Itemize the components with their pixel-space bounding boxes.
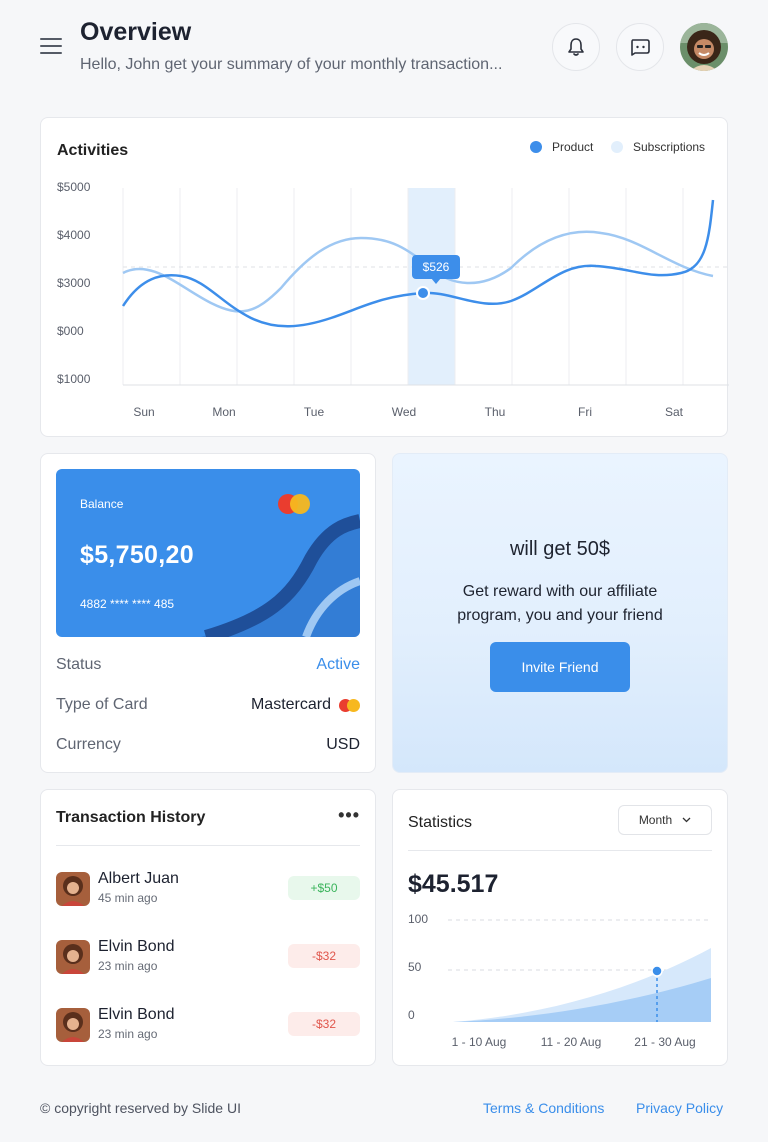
transaction-history-card: Transaction History ••• Albert Juan 45 m… bbox=[40, 789, 376, 1066]
x-tick: 21 - 30 Aug bbox=[634, 1035, 696, 1049]
card-type-value: Mastercard bbox=[250, 696, 331, 713]
notification-button[interactable] bbox=[552, 23, 600, 71]
x-tick: Tue bbox=[303, 405, 325, 419]
transaction-row[interactable]: Elvin Bond 23 min ago -$32 bbox=[56, 938, 360, 976]
x-tick: Sat bbox=[664, 405, 684, 419]
highlight-band bbox=[408, 188, 455, 385]
x-tick: Sun bbox=[133, 405, 155, 419]
promo-text: Get reward with our affiliate program, y… bbox=[457, 583, 663, 624]
credit-card[interactable]: Balance $5,750,20 4882 **** **** 485 bbox=[56, 469, 360, 637]
transaction-time: 23 min ago bbox=[98, 959, 158, 973]
page-title: Overview bbox=[80, 18, 192, 46]
selected-point bbox=[416, 286, 430, 300]
x-tick: Fri bbox=[578, 405, 592, 419]
mastercard-small-icon bbox=[339, 698, 360, 712]
stat-point bbox=[651, 965, 663, 977]
avatar[interactable] bbox=[680, 23, 728, 71]
amount-badge: +$50 bbox=[288, 876, 360, 900]
bell-icon bbox=[568, 38, 584, 56]
currency-row: Currency USD bbox=[56, 736, 360, 754]
activities-chart bbox=[121, 188, 729, 386]
card-type-label: Type of Card bbox=[56, 696, 148, 713]
amount-badge: -$32 bbox=[288, 944, 360, 968]
transaction-name: Albert Juan bbox=[98, 870, 179, 887]
status-row: Status Active bbox=[56, 656, 360, 674]
x-tick: 11 - 20 Aug bbox=[540, 1035, 602, 1049]
statistics-chart bbox=[448, 919, 711, 1022]
privacy-link[interactable]: Privacy Policy bbox=[636, 1100, 723, 1116]
transactions-title: Transaction History bbox=[56, 809, 206, 826]
user-avatar bbox=[56, 940, 90, 974]
currency-label: Currency bbox=[56, 736, 121, 753]
affiliate-promo-card: will get 50$ Get reward with our affilia… bbox=[392, 453, 728, 773]
x-tick: Mon bbox=[212, 405, 236, 419]
menu-icon[interactable] bbox=[40, 38, 62, 56]
balance-card: Balance $5,750,20 4882 **** **** 485 Sta… bbox=[40, 453, 376, 773]
card-type-value-wrap: Mastercard bbox=[251, 696, 360, 714]
user-avatar bbox=[56, 1008, 90, 1042]
x-tick: Wed bbox=[391, 405, 417, 419]
x-tick: 1 - 10 Aug bbox=[451, 1035, 507, 1049]
card-type-row: Type of Card Mastercard bbox=[56, 696, 360, 714]
activities-card: Activities Product Subscriptions $5000 $… bbox=[40, 117, 729, 437]
transaction-row[interactable]: Albert Juan 45 min ago +$50 bbox=[56, 870, 360, 908]
messages-button[interactable] bbox=[616, 23, 664, 71]
chat-icon bbox=[631, 39, 650, 56]
transaction-time: 45 min ago bbox=[98, 891, 158, 905]
terms-link[interactable]: Terms & Conditions bbox=[483, 1100, 604, 1116]
transaction-row[interactable]: Elvin Bond 23 min ago -$32 bbox=[56, 1006, 360, 1044]
more-options-icon[interactable]: ••• bbox=[338, 806, 360, 824]
promo-headline: will get 50$ bbox=[509, 538, 611, 560]
invite-friend-button[interactable]: Invite Friend bbox=[490, 642, 630, 692]
statistics-card: Statistics Month $45.517 100 50 0 1 - 10… bbox=[392, 789, 728, 1066]
status-label: Status bbox=[56, 656, 102, 673]
card-number: 4882 **** **** 485 bbox=[80, 597, 175, 611]
amount-badge: -$32 bbox=[288, 1012, 360, 1036]
divider bbox=[56, 845, 360, 846]
chart-tooltip: $526 bbox=[412, 255, 460, 279]
page-subtitle: Hello, John get your summary of your mon… bbox=[80, 56, 503, 73]
x-tick: Thu bbox=[484, 405, 506, 419]
balance-label: Balance bbox=[80, 497, 124, 511]
currency-value: USD bbox=[326, 736, 360, 753]
copyright: © copyright reserved by Slide UI bbox=[40, 1100, 241, 1116]
mastercard-icon bbox=[278, 494, 310, 514]
user-avatar bbox=[56, 872, 90, 906]
transaction-time: 23 min ago bbox=[98, 1027, 158, 1041]
status-value: Active bbox=[316, 656, 360, 673]
transaction-name: Elvin Bond bbox=[98, 1006, 175, 1023]
balance-amount: $5,750,20 bbox=[80, 541, 194, 569]
transaction-name: Elvin Bond bbox=[98, 938, 175, 955]
